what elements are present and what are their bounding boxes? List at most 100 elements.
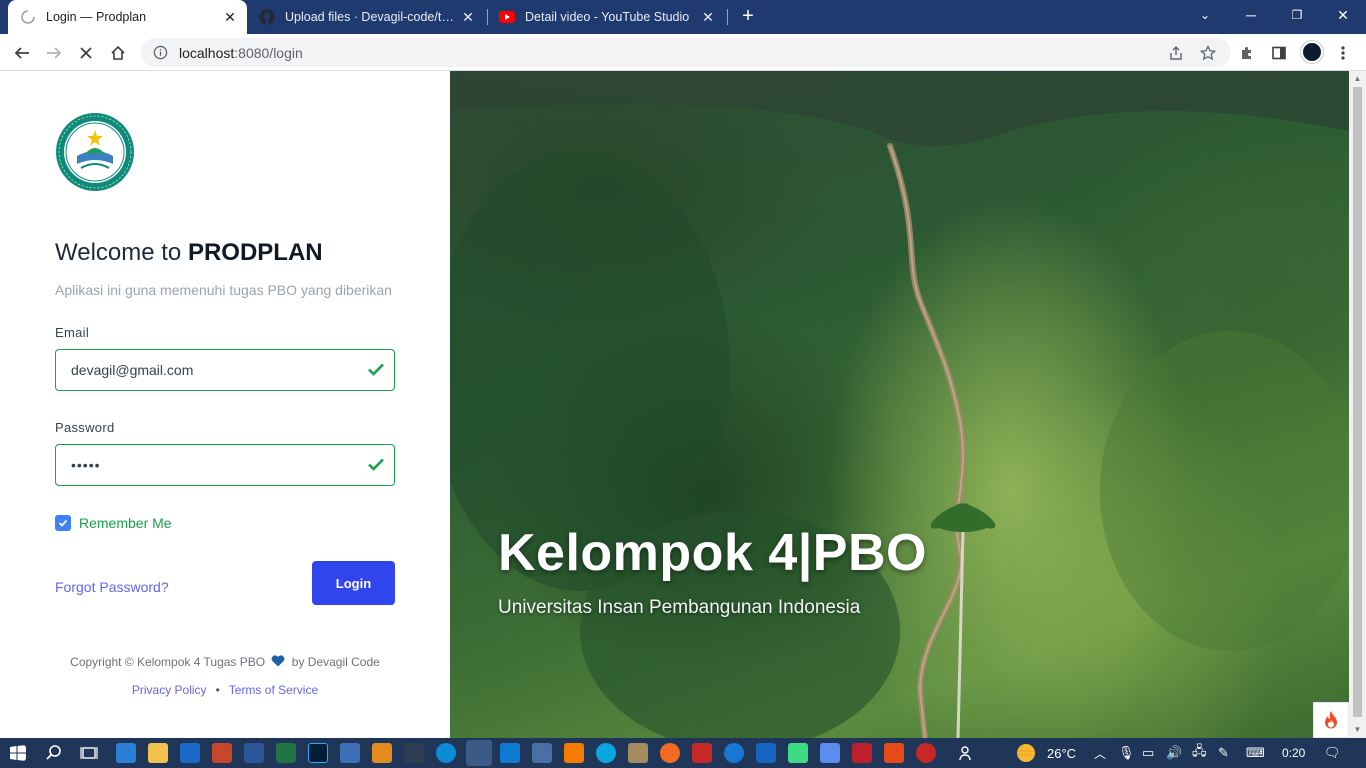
new-tab-button[interactable]: + bbox=[736, 4, 760, 28]
app-icon[interactable] bbox=[532, 743, 552, 763]
forward-arrow-icon[interactable] bbox=[41, 40, 67, 66]
welcome-subtitle: Aplikasi ini guna memenuhi tugas PBO yan… bbox=[55, 282, 392, 298]
close-window-button[interactable]: ✕ bbox=[1320, 0, 1366, 30]
postman-icon[interactable] bbox=[660, 743, 680, 763]
pen-icon[interactable]: ✎ bbox=[1218, 738, 1229, 768]
login-button[interactable]: Login bbox=[312, 561, 395, 605]
task-view-icon[interactable] bbox=[80, 744, 98, 762]
hero-image bbox=[450, 71, 1349, 738]
battery-icon[interactable]: ▭ bbox=[1142, 738, 1154, 768]
app-icon[interactable] bbox=[756, 743, 776, 763]
app-icon[interactable] bbox=[340, 743, 360, 763]
app-icon[interactable] bbox=[596, 743, 616, 763]
restore-button[interactable]: ❐ bbox=[1274, 0, 1320, 30]
hero-subtitle: Universitas Insan Pembangunan Indonesia bbox=[498, 597, 861, 618]
side-panel-icon[interactable] bbox=[1266, 40, 1292, 66]
debug-toolbar-button[interactable] bbox=[1313, 702, 1349, 738]
browser-toolbar: localhost:8080/login bbox=[0, 34, 1366, 71]
search-icon[interactable] bbox=[45, 744, 63, 762]
email-label: Email bbox=[55, 325, 90, 340]
powerpoint-icon[interactable] bbox=[212, 743, 232, 763]
address-bar[interactable]: localhost:8080/login bbox=[141, 38, 1231, 67]
menu-kebab-icon[interactable] bbox=[1330, 40, 1356, 66]
home-icon[interactable] bbox=[105, 40, 131, 66]
url-host: localhost bbox=[179, 44, 235, 61]
tab-search-chevron-icon[interactable]: ⌄ bbox=[1182, 0, 1228, 30]
app-icon[interactable] bbox=[916, 743, 936, 763]
network-icon[interactable]: 🖧 bbox=[1192, 738, 1207, 768]
close-icon[interactable]: ✕ bbox=[459, 8, 477, 26]
remember-me[interactable]: Remember Me bbox=[55, 515, 172, 531]
word-icon[interactable] bbox=[244, 743, 264, 763]
back-arrow-icon[interactable] bbox=[9, 40, 35, 66]
excel-icon[interactable] bbox=[276, 743, 296, 763]
tab-login[interactable]: Login — Prodplan ✕ bbox=[8, 0, 247, 34]
tab-youtube[interactable]: Detail video - YouTube Studio ✕ bbox=[487, 0, 725, 34]
app-icon[interactable] bbox=[404, 743, 424, 763]
photoshop-icon[interactable] bbox=[308, 743, 328, 763]
flame-icon bbox=[1325, 711, 1337, 729]
weather-widget[interactable]: 26°C bbox=[1013, 738, 1076, 768]
weather-sun-icon bbox=[1017, 744, 1035, 762]
forgot-password-link[interactable]: Forgot Password? bbox=[55, 579, 169, 595]
android-studio-icon[interactable] bbox=[788, 743, 808, 763]
app-icon[interactable] bbox=[628, 743, 648, 763]
people-icon[interactable] bbox=[958, 744, 976, 762]
tab-github[interactable]: Upload files · Devagil-code/tugas ✕ bbox=[247, 0, 485, 34]
password-value: ••••• bbox=[71, 457, 101, 473]
email-field[interactable]: devagil@gmail.com bbox=[55, 349, 395, 391]
tab-label: Detail video - YouTube Studio bbox=[525, 10, 690, 24]
store-app-icon[interactable] bbox=[116, 743, 136, 763]
site-info-icon[interactable] bbox=[153, 45, 169, 61]
keyboard-icon[interactable]: ⌨ bbox=[1246, 738, 1265, 768]
app-icon[interactable] bbox=[820, 743, 840, 763]
adobe-reader-icon[interactable] bbox=[692, 743, 712, 763]
scroll-down-icon[interactable]: ▼ bbox=[1353, 725, 1362, 735]
valid-check-icon bbox=[368, 458, 384, 471]
xampp-icon[interactable] bbox=[564, 743, 584, 763]
temperature: 26°C bbox=[1047, 745, 1077, 761]
university-logo bbox=[56, 113, 134, 191]
profile-avatar[interactable] bbox=[1301, 41, 1323, 63]
close-icon[interactable]: ✕ bbox=[699, 8, 717, 26]
minimize-button[interactable]: ─ bbox=[1228, 0, 1274, 30]
copyright-prefix: Copyright © Kelompok 4 Tugas PBO bbox=[70, 655, 266, 669]
valid-check-icon bbox=[368, 363, 384, 376]
stop-loading-icon[interactable] bbox=[73, 40, 99, 66]
tab-label: Login — Prodplan bbox=[46, 10, 147, 24]
youtube-icon bbox=[499, 9, 515, 25]
zoom-icon[interactable] bbox=[724, 743, 744, 763]
remember-checkbox[interactable] bbox=[55, 515, 71, 531]
page-content: Welcome to PRODPLAN Aplikasi ini guna me… bbox=[0, 71, 1349, 738]
file-explorer-icon[interactable] bbox=[148, 743, 168, 763]
privacy-policy-link[interactable]: Privacy Policy bbox=[132, 683, 207, 697]
share-icon[interactable] bbox=[1163, 38, 1189, 67]
sublime-text-icon[interactable] bbox=[372, 743, 392, 763]
close-icon[interactable]: ✕ bbox=[221, 8, 239, 26]
vscode-icon[interactable] bbox=[500, 743, 520, 763]
extensions-puzzle-icon[interactable] bbox=[1234, 40, 1260, 66]
microphone-icon[interactable]: 🎙 bbox=[1118, 738, 1135, 768]
password-field[interactable]: ••••• bbox=[55, 444, 395, 486]
scroll-up-icon[interactable]: ▲ bbox=[1353, 74, 1362, 84]
clock[interactable]: 0:20 bbox=[1282, 738, 1305, 768]
email-value: devagil@gmail.com bbox=[71, 362, 194, 378]
footer-links: Privacy Policy • Terms of Service bbox=[0, 683, 450, 697]
filezilla-icon[interactable] bbox=[852, 743, 872, 763]
git-icon[interactable] bbox=[884, 743, 904, 763]
notification-icon[interactable]: 🗨 bbox=[1324, 738, 1341, 768]
remember-label: Remember Me bbox=[79, 515, 172, 531]
tray-chevron-icon[interactable]: ︿ bbox=[1094, 738, 1106, 768]
windows-start-icon[interactable] bbox=[10, 745, 26, 761]
scrollbar-thumb[interactable] bbox=[1353, 87, 1362, 717]
vertical-scrollbar[interactable]: ▲ ▼ bbox=[1349, 71, 1366, 738]
terms-of-service-link[interactable]: Terms of Service bbox=[229, 683, 318, 697]
url-path: :8080/login bbox=[234, 44, 303, 61]
mail-app-icon[interactable] bbox=[180, 743, 200, 763]
bookmark-star-icon[interactable] bbox=[1195, 38, 1221, 67]
hero-title: Kelompok 4|PBO bbox=[498, 524, 927, 582]
volume-icon[interactable]: 🔊 bbox=[1166, 738, 1182, 768]
edge-icon[interactable] bbox=[436, 743, 456, 763]
chrome-active-icon[interactable] bbox=[466, 740, 492, 766]
github-icon bbox=[259, 9, 275, 25]
